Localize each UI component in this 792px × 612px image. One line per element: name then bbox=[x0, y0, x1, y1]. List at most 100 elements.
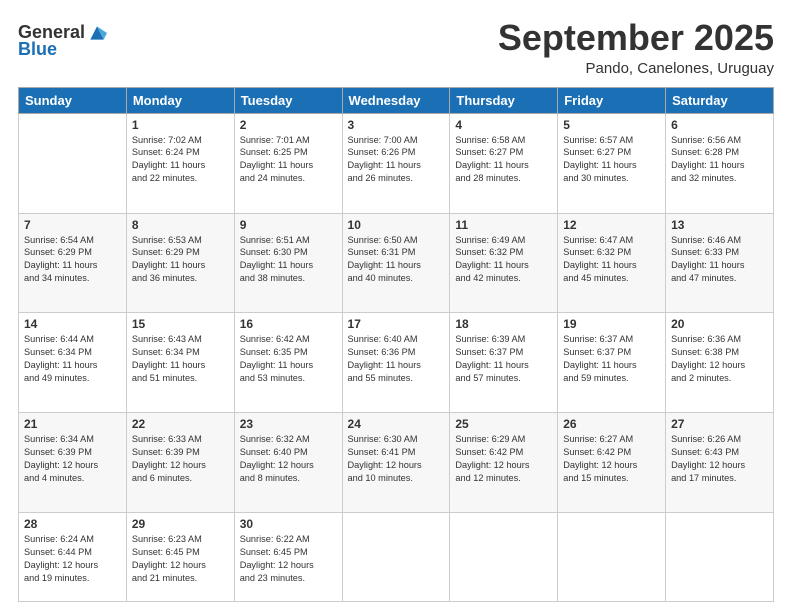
day-info: Sunrise: 6:33 AM Sunset: 6:39 PM Dayligh… bbox=[132, 433, 229, 485]
day-info: Sunrise: 6:57 AM Sunset: 6:27 PM Dayligh… bbox=[563, 134, 660, 186]
day-number: 7 bbox=[24, 218, 121, 232]
day-of-week-header: Sunday bbox=[19, 87, 127, 113]
day-info: Sunrise: 6:26 AM Sunset: 6:43 PM Dayligh… bbox=[671, 433, 768, 485]
day-info: Sunrise: 6:22 AM Sunset: 6:45 PM Dayligh… bbox=[240, 533, 337, 585]
calendar-cell: 6Sunrise: 6:56 AM Sunset: 6:28 PM Daylig… bbox=[666, 113, 774, 213]
calendar-cell: 12 Sunrise: 6:47 AM Sunset: 6:32 PM Dayli… bbox=[558, 213, 666, 313]
calendar-cell: 8 Sunrise: 6:53 AM Sunset: 6:29 PM Daylig… bbox=[126, 213, 234, 313]
day-number: 9 bbox=[240, 218, 337, 232]
calendar-cell: 24 Sunrise: 6:30 AM Sunset: 6:41 PM Dayli… bbox=[342, 413, 450, 513]
day-number: 10 bbox=[348, 218, 445, 232]
logo: General Blue bbox=[18, 22, 107, 60]
logo-icon bbox=[87, 23, 107, 43]
day-number: 18 bbox=[455, 317, 552, 331]
day-number: 29 bbox=[132, 517, 229, 531]
calendar-cell bbox=[558, 513, 666, 602]
calendar-header-row: SundayMondayTuesdayWednesdayThursdayFrid… bbox=[19, 87, 774, 113]
day-info: Sunrise: 6:40 AM Sunset: 6:36 PM Dayligh… bbox=[348, 333, 445, 385]
day-number: 19 bbox=[563, 317, 660, 331]
day-of-week-header: Friday bbox=[558, 87, 666, 113]
day-info: Sunrise: 6:24 AM Sunset: 6:44 PM Dayligh… bbox=[24, 533, 121, 585]
day-number: 28 bbox=[24, 517, 121, 531]
day-number: 4 bbox=[455, 118, 552, 132]
calendar-cell: 2Sunrise: 7:01 AM Sunset: 6:25 PM Daylig… bbox=[234, 113, 342, 213]
day-info: Sunrise: 6:27 AM Sunset: 6:42 PM Dayligh… bbox=[563, 433, 660, 485]
day-info: Sunrise: 6:23 AM Sunset: 6:45 PM Dayligh… bbox=[132, 533, 229, 585]
calendar-cell: 19 Sunrise: 6:37 AM Sunset: 6:37 PM Dayli… bbox=[558, 313, 666, 413]
day-number: 3 bbox=[348, 118, 445, 132]
day-info: Sunrise: 6:42 AM Sunset: 6:35 PM Dayligh… bbox=[240, 333, 337, 385]
day-number: 21 bbox=[24, 417, 121, 431]
day-info: Sunrise: 6:46 AM Sunset: 6:33 PM Dayligh… bbox=[671, 234, 768, 286]
day-of-week-header: Thursday bbox=[450, 87, 558, 113]
day-of-week-header: Monday bbox=[126, 87, 234, 113]
day-number: 13 bbox=[671, 218, 768, 232]
month-title: September 2025 bbox=[498, 18, 774, 58]
calendar-cell: 1 Sunrise: 7:02 AM Sunset: 6:24 PM Daylig… bbox=[126, 113, 234, 213]
day-info: Sunrise: 7:00 AM Sunset: 6:26 PM Dayligh… bbox=[348, 134, 445, 186]
day-info: Sunrise: 6:37 AM Sunset: 6:37 PM Dayligh… bbox=[563, 333, 660, 385]
day-number: 5 bbox=[563, 118, 660, 132]
calendar-cell bbox=[342, 513, 450, 602]
calendar-cell: 23Sunrise: 6:32 AM Sunset: 6:40 PM Dayli… bbox=[234, 413, 342, 513]
calendar-cell: 28 Sunrise: 6:24 AM Sunset: 6:44 PM Dayli… bbox=[19, 513, 127, 602]
calendar-cell: 10 Sunrise: 6:50 AM Sunset: 6:31 PM Dayli… bbox=[342, 213, 450, 313]
day-number: 8 bbox=[132, 218, 229, 232]
day-number: 16 bbox=[240, 317, 337, 331]
day-info: Sunrise: 6:53 AM Sunset: 6:29 PM Dayligh… bbox=[132, 234, 229, 286]
day-info: Sunrise: 6:43 AM Sunset: 6:34 PM Dayligh… bbox=[132, 333, 229, 385]
day-number: 1 bbox=[132, 118, 229, 132]
calendar-cell bbox=[666, 513, 774, 602]
day-info: Sunrise: 6:51 AM Sunset: 6:30 PM Dayligh… bbox=[240, 234, 337, 286]
calendar-cell: 7 Sunrise: 6:54 AM Sunset: 6:29 PM Daylig… bbox=[19, 213, 127, 313]
calendar-cell: 3 Sunrise: 7:00 AM Sunset: 6:26 PM Daylig… bbox=[342, 113, 450, 213]
calendar-cell: 9 Sunrise: 6:51 AM Sunset: 6:30 PM Daylig… bbox=[234, 213, 342, 313]
calendar-cell: 22 Sunrise: 6:33 AM Sunset: 6:39 PM Dayli… bbox=[126, 413, 234, 513]
day-of-week-header: Tuesday bbox=[234, 87, 342, 113]
header: General Blue September 2025 Pando, Canel… bbox=[18, 18, 774, 77]
calendar-cell: 18 Sunrise: 6:39 AM Sunset: 6:37 PM Dayli… bbox=[450, 313, 558, 413]
day-number: 23 bbox=[240, 417, 337, 431]
day-info: Sunrise: 6:30 AM Sunset: 6:41 PM Dayligh… bbox=[348, 433, 445, 485]
day-number: 11 bbox=[455, 218, 552, 232]
location-subtitle: Pando, Canelones, Uruguay bbox=[498, 60, 774, 77]
day-info: Sunrise: 6:49 AM Sunset: 6:32 PM Dayligh… bbox=[455, 234, 552, 286]
day-number: 26 bbox=[563, 417, 660, 431]
calendar-cell: 17Sunrise: 6:40 AM Sunset: 6:36 PM Dayli… bbox=[342, 313, 450, 413]
day-number: 14 bbox=[24, 317, 121, 331]
day-info: Sunrise: 7:02 AM Sunset: 6:24 PM Dayligh… bbox=[132, 134, 229, 186]
calendar-cell: 20Sunrise: 6:36 AM Sunset: 6:38 PM Dayli… bbox=[666, 313, 774, 413]
day-number: 2 bbox=[240, 118, 337, 132]
calendar-cell: 30Sunrise: 6:22 AM Sunset: 6:45 PM Dayli… bbox=[234, 513, 342, 602]
day-info: Sunrise: 6:39 AM Sunset: 6:37 PM Dayligh… bbox=[455, 333, 552, 385]
day-number: 12 bbox=[563, 218, 660, 232]
day-number: 27 bbox=[671, 417, 768, 431]
calendar-cell: 4 Sunrise: 6:58 AM Sunset: 6:27 PM Daylig… bbox=[450, 113, 558, 213]
day-info: Sunrise: 6:34 AM Sunset: 6:39 PM Dayligh… bbox=[24, 433, 121, 485]
logo-blue-text: Blue bbox=[18, 39, 57, 60]
day-info: Sunrise: 6:54 AM Sunset: 6:29 PM Dayligh… bbox=[24, 234, 121, 286]
calendar-cell: 5 Sunrise: 6:57 AM Sunset: 6:27 PM Daylig… bbox=[558, 113, 666, 213]
calendar-cell bbox=[450, 513, 558, 602]
day-number: 24 bbox=[348, 417, 445, 431]
calendar-cell: 29 Sunrise: 6:23 AM Sunset: 6:45 PM Dayli… bbox=[126, 513, 234, 602]
day-number: 25 bbox=[455, 417, 552, 431]
day-of-week-header: Wednesday bbox=[342, 87, 450, 113]
calendar-cell: 26 Sunrise: 6:27 AM Sunset: 6:42 PM Dayli… bbox=[558, 413, 666, 513]
day-info: Sunrise: 6:58 AM Sunset: 6:27 PM Dayligh… bbox=[455, 134, 552, 186]
day-info: Sunrise: 6:50 AM Sunset: 6:31 PM Dayligh… bbox=[348, 234, 445, 286]
calendar-cell: 14Sunrise: 6:44 AM Sunset: 6:34 PM Dayli… bbox=[19, 313, 127, 413]
calendar-cell: 13 Sunrise: 6:46 AM Sunset: 6:33 PM Dayli… bbox=[666, 213, 774, 313]
calendar-cell: 21 Sunrise: 6:34 AM Sunset: 6:39 PM Dayli… bbox=[19, 413, 127, 513]
day-of-week-header: Saturday bbox=[666, 87, 774, 113]
calendar-table: SundayMondayTuesdayWednesdayThursdayFrid… bbox=[18, 87, 774, 602]
day-number: 15 bbox=[132, 317, 229, 331]
day-info: Sunrise: 6:29 AM Sunset: 6:42 PM Dayligh… bbox=[455, 433, 552, 485]
day-number: 22 bbox=[132, 417, 229, 431]
day-number: 20 bbox=[671, 317, 768, 331]
day-info: Sunrise: 6:47 AM Sunset: 6:32 PM Dayligh… bbox=[563, 234, 660, 286]
calendar-cell bbox=[19, 113, 127, 213]
calendar-cell: 16 Sunrise: 6:42 AM Sunset: 6:35 PM Dayli… bbox=[234, 313, 342, 413]
day-number: 6 bbox=[671, 118, 768, 132]
calendar-cell: 25 Sunrise: 6:29 AM Sunset: 6:42 PM Dayli… bbox=[450, 413, 558, 513]
